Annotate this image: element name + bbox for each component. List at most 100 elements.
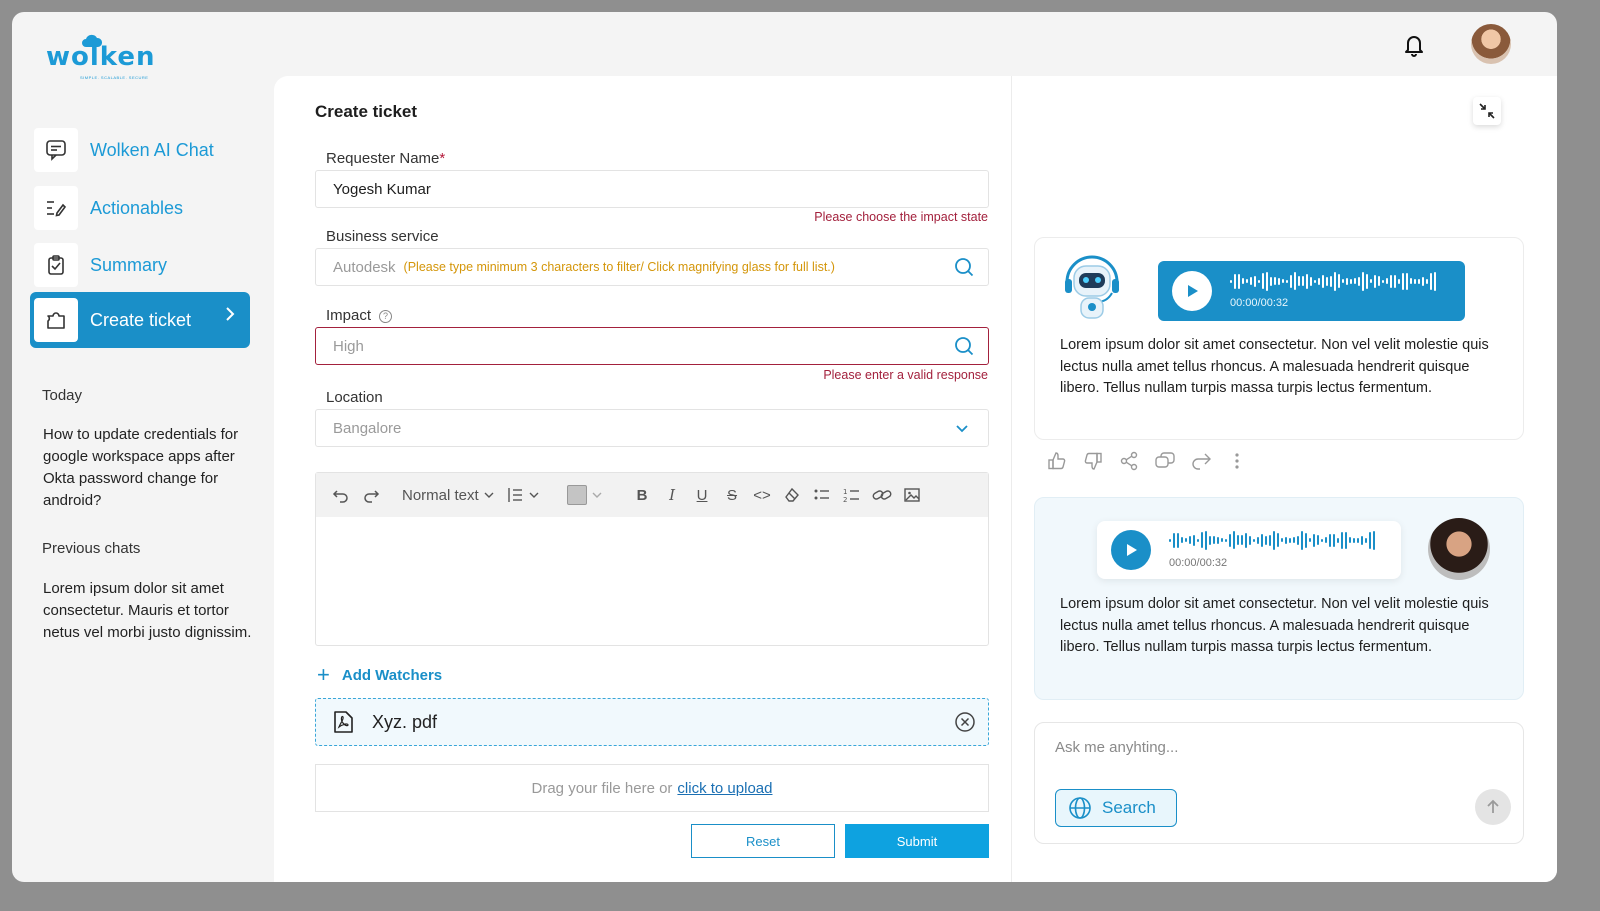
- rich-text-editor[interactable]: Normal text B I U S <> 12: [315, 472, 989, 646]
- remove-file-icon[interactable]: [954, 711, 976, 733]
- code-icon[interactable]: <>: [749, 483, 775, 507]
- history-item-today[interactable]: How to update credentials for google wor…: [43, 424, 268, 512]
- svg-text:2: 2: [843, 496, 847, 504]
- more-options-icon[interactable]: [1226, 450, 1248, 472]
- waveform-bar: [1233, 531, 1235, 549]
- location-select[interactable]: Bangalore: [315, 409, 989, 447]
- text-style-dropdown[interactable]: Normal text: [402, 483, 495, 507]
- sidebar-item-wolken-ai-chat[interactable]: Wolken AI Chat: [34, 124, 250, 176]
- underline-icon[interactable]: U: [689, 483, 715, 507]
- audio-time: 00:00/00:32: [1230, 297, 1289, 309]
- image-icon[interactable]: [899, 483, 925, 507]
- user-message-text: Lorem ipsum dolor sit amet consectetur. …: [1060, 596, 1489, 655]
- strikethrough-icon[interactable]: S: [719, 483, 745, 507]
- waveform-bar: [1277, 533, 1279, 547]
- sidebar-item-summary[interactable]: Summary: [34, 239, 250, 291]
- bell-icon[interactable]: [1401, 32, 1427, 58]
- waveform-bar: [1213, 536, 1215, 544]
- requester-name-field[interactable]: Yogesh Kumar: [315, 170, 989, 208]
- undo-icon[interactable]: [328, 483, 354, 507]
- forward-icon[interactable]: [1190, 450, 1212, 472]
- waveform-bar: [1294, 272, 1296, 290]
- editor-toolbar: Normal text B I U S <> 12: [316, 473, 988, 517]
- waveform-bar: [1245, 532, 1247, 548]
- wolken-logo: wolken SIMPLE. SCALABLE. SECURE: [46, 34, 166, 80]
- bullet-list-icon[interactable]: [809, 483, 835, 507]
- waveform-bar: [1338, 274, 1340, 288]
- reset-button[interactable]: Reset: [691, 824, 835, 858]
- chat-input-placeholder[interactable]: Ask me anyhting...: [1055, 739, 1178, 756]
- waveform-bar: [1382, 279, 1384, 283]
- add-watchers-button[interactable]: + Add Watchers: [317, 662, 442, 688]
- waveform-bar: [1297, 535, 1299, 545]
- redo-icon[interactable]: [358, 483, 384, 507]
- waveform-bar: [1197, 538, 1199, 542]
- business-service-hint: (Please type minimum 3 characters to fil…: [403, 260, 835, 274]
- create-ticket-form: Create ticket Requester Name* Yogesh Kum…: [274, 76, 1012, 882]
- waveform-bar: [1398, 278, 1400, 284]
- waveform-bar: [1189, 536, 1191, 544]
- waveform-bar: [1321, 538, 1323, 542]
- chevron-right-icon: [224, 306, 236, 327]
- waveform-bar: [1306, 273, 1308, 289]
- waveform-bar: [1374, 274, 1376, 288]
- play-icon[interactable]: [1172, 271, 1212, 311]
- sidebar-item-create-ticket[interactable]: Create ticket: [30, 292, 250, 348]
- waveform-bar: [1313, 533, 1315, 547]
- waveform-bar: [1290, 274, 1292, 288]
- waveform-bar: [1314, 279, 1316, 283]
- attached-file: Xyz. pdf: [315, 698, 989, 746]
- impact-field[interactable]: High: [315, 327, 989, 365]
- thumbs-up-icon[interactable]: [1046, 450, 1068, 472]
- upload-link[interactable]: click to upload: [677, 780, 772, 797]
- chat-panel: 00:00/00:32 Lorem ipsum dolor sit amet c…: [1012, 76, 1557, 882]
- link-icon[interactable]: [869, 483, 895, 507]
- thumbs-down-icon[interactable]: [1082, 450, 1104, 472]
- user-avatar[interactable]: [1471, 24, 1511, 64]
- file-dropzone[interactable]: Drag your file here or click to upload: [315, 764, 989, 812]
- requester-name-value: Yogesh Kumar: [333, 180, 431, 198]
- pdf-file-icon: [332, 710, 354, 734]
- send-arrow-icon[interactable]: [1475, 789, 1511, 825]
- search-icon[interactable]: [954, 257, 974, 277]
- line-height-dropdown[interactable]: [507, 483, 541, 507]
- text-color-picker[interactable]: [566, 483, 603, 507]
- sidebar: Wolken AI Chat Actionables Summary Creat…: [12, 76, 274, 882]
- clear-format-icon[interactable]: [779, 483, 805, 507]
- search-button[interactable]: Search: [1055, 789, 1177, 827]
- history-item-previous[interactable]: Lorem ipsum dolor sit amet consectetur. …: [43, 578, 268, 644]
- waveform-bar: [1201, 532, 1203, 548]
- waveform-bar: [1270, 276, 1272, 286]
- waveform-bar: [1386, 278, 1388, 284]
- waveform-bar: [1269, 534, 1271, 546]
- waveform-bar: [1406, 272, 1408, 290]
- waveform-bar: [1278, 277, 1280, 285]
- collapse-icon[interactable]: [1473, 97, 1501, 125]
- list-edit-icon: [34, 186, 78, 230]
- help-icon[interactable]: ?: [379, 310, 393, 323]
- search-icon[interactable]: [954, 336, 974, 356]
- share-icon[interactable]: [1118, 450, 1140, 472]
- bot-audio-player[interactable]: 00:00/00:32: [1158, 261, 1465, 321]
- waveform-bar: [1254, 275, 1256, 287]
- waveform-bar: [1209, 535, 1211, 545]
- copy-icon[interactable]: [1154, 450, 1176, 472]
- submit-button[interactable]: Submit: [845, 824, 989, 858]
- waveform-bar: [1394, 274, 1396, 288]
- impact-placeholder: High: [333, 337, 364, 355]
- waveform-bar: [1258, 279, 1260, 283]
- user-audio-player[interactable]: 00:00/00:32: [1097, 521, 1401, 579]
- user-avatar: [1428, 518, 1490, 580]
- waveform-bar: [1318, 277, 1320, 285]
- bold-icon[interactable]: B: [629, 483, 655, 507]
- chat-input-box[interactable]: Ask me anyhting... Search: [1034, 722, 1524, 844]
- waveform-bar: [1390, 274, 1392, 288]
- play-icon[interactable]: [1111, 530, 1151, 570]
- numbered-list-icon[interactable]: 12: [839, 483, 865, 507]
- sidebar-item-actionables[interactable]: Actionables: [34, 182, 250, 234]
- waveform-bar: [1434, 271, 1436, 291]
- italic-icon[interactable]: I: [659, 483, 685, 507]
- business-service-field[interactable]: Autodesk (Please type minimum 3 characte…: [315, 248, 989, 286]
- waveform-bar: [1250, 277, 1252, 285]
- audio-waveform: [1230, 270, 1436, 292]
